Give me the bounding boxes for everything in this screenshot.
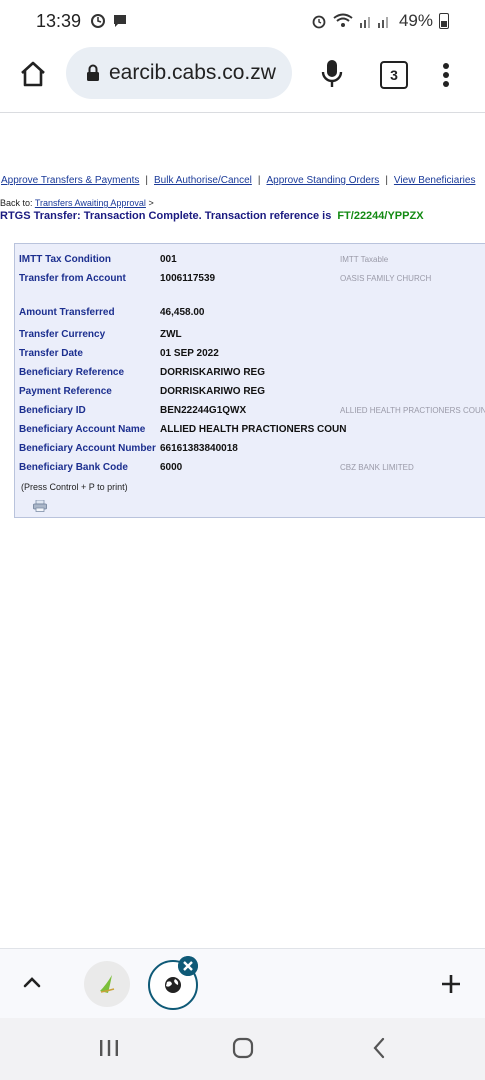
link-view-beneficiaries[interactable]: View Beneficiaries	[394, 175, 476, 186]
detail-label: Beneficiary Account Number	[19, 443, 156, 454]
detail-extra: OASIS FAMILY CHURCH	[340, 274, 432, 283]
signal-icon	[359, 17, 388, 28]
battery-icon	[439, 13, 449, 29]
transaction-reference: FT/22244/YPPZX	[337, 210, 424, 222]
address-bar[interactable]: earcib.cabs.co.zw	[66, 47, 292, 99]
system-home-icon[interactable]	[232, 1037, 254, 1059]
separator: |	[145, 175, 149, 186]
detail-value: BEN22244G1QWX	[160, 405, 247, 416]
link-approve-transfers[interactable]: Approve Transfers & Payments	[1, 175, 139, 186]
back-prefix: Back to:	[0, 198, 33, 208]
close-tab-icon[interactable]	[178, 956, 198, 976]
sync-icon	[91, 14, 105, 28]
system-navigation-bar	[0, 1018, 485, 1080]
detail-value: ALLIED HEALTH PRACTIONERS COUN	[160, 424, 347, 435]
detail-label: Beneficiary Bank Code	[19, 462, 128, 473]
detail-value: 1006117539	[160, 273, 216, 284]
browser-toolbar: earcib.cabs.co.zw 3	[0, 45, 485, 105]
back-icon[interactable]	[372, 1037, 386, 1059]
status-time: 13:39	[36, 11, 82, 31]
print-note: (Press Control + P to print)	[21, 482, 128, 492]
recent-apps-icon[interactable]	[98, 1039, 120, 1057]
transfer-details-panel: IMTT Tax Condition 001 IMTT Taxable Tran…	[14, 243, 485, 518]
detail-value: 46,458.00	[160, 307, 205, 318]
plus-icon[interactable]	[440, 973, 462, 995]
transaction-message: RTGS Transfer: Transaction Complete. Tra…	[0, 210, 424, 222]
printer-icon[interactable]	[33, 500, 47, 512]
tab-count: 3	[390, 67, 398, 83]
link-approve-standing-orders[interactable]: Approve Standing Orders	[266, 175, 379, 186]
chevron-up-icon[interactable]	[22, 975, 42, 989]
link-bulk-authorise[interactable]: Bulk Authorise/Cancel	[154, 175, 252, 186]
url-text: earcib.cabs.co.zw	[109, 61, 276, 84]
detail-label: Amount Transferred	[19, 307, 115, 318]
detail-label: Payment Reference	[19, 386, 112, 397]
link-transfers-awaiting-approval[interactable]: Transfers Awaiting Approval	[35, 198, 146, 208]
mic-icon[interactable]	[320, 59, 344, 89]
alarm-icon	[312, 15, 326, 29]
back-breadcrumb: Back to: Transfers Awaiting Approval >	[0, 198, 154, 208]
tab-switcher-button[interactable]: 3	[380, 61, 408, 89]
toolbar-divider	[0, 112, 485, 113]
chat-icon	[114, 15, 126, 27]
battery-percent: 49%	[398, 11, 433, 30]
status-bar: 13:39 49%	[0, 0, 485, 42]
detail-extra: IMTT Taxable	[340, 255, 389, 264]
status-indicators: 49%	[311, 11, 449, 31]
detail-label: Transfer from Account	[19, 273, 126, 284]
detail-label: IMTT Tax Condition	[19, 254, 112, 265]
detail-label: Transfer Currency	[19, 329, 106, 340]
action-links: Approve Transfers & Payments | Bulk Author…	[1, 175, 475, 186]
bottom-tab-strip	[0, 948, 485, 1019]
detail-label: Transfer Date	[19, 348, 83, 359]
back-suffix: >	[148, 198, 154, 208]
site-favicon	[100, 975, 115, 993]
detail-value: 01 SEP 2022	[160, 348, 219, 359]
detail-value: 001	[160, 254, 177, 265]
tab-thumbnail[interactable]	[84, 961, 130, 1007]
detail-label: Beneficiary Account Name	[19, 424, 146, 435]
wifi-icon	[333, 13, 353, 27]
detail-value: ZWL	[160, 329, 182, 340]
notification-icons	[90, 13, 128, 29]
detail-value: 66161383840018	[160, 443, 238, 454]
separator: |	[257, 175, 261, 186]
detail-label: Beneficiary Reference	[19, 367, 125, 378]
detail-label: Beneficiary ID	[19, 405, 86, 416]
message-text: RTGS Transfer: Transaction Complete. Tra…	[0, 210, 332, 222]
detail-value: DORRISKARIWO REG	[160, 386, 265, 397]
home-icon[interactable]	[18, 59, 48, 89]
detail-value: DORRISKARIWO REG	[160, 367, 265, 378]
detail-value: 6000	[160, 462, 183, 473]
detail-extra: CBZ BANK LIMITED	[340, 463, 414, 472]
lock-icon	[87, 64, 99, 81]
detail-extra: ALLIED HEALTH PRACTIONERS COUN	[340, 406, 485, 415]
separator: |	[385, 175, 388, 186]
more-vert-icon[interactable]	[441, 62, 451, 88]
